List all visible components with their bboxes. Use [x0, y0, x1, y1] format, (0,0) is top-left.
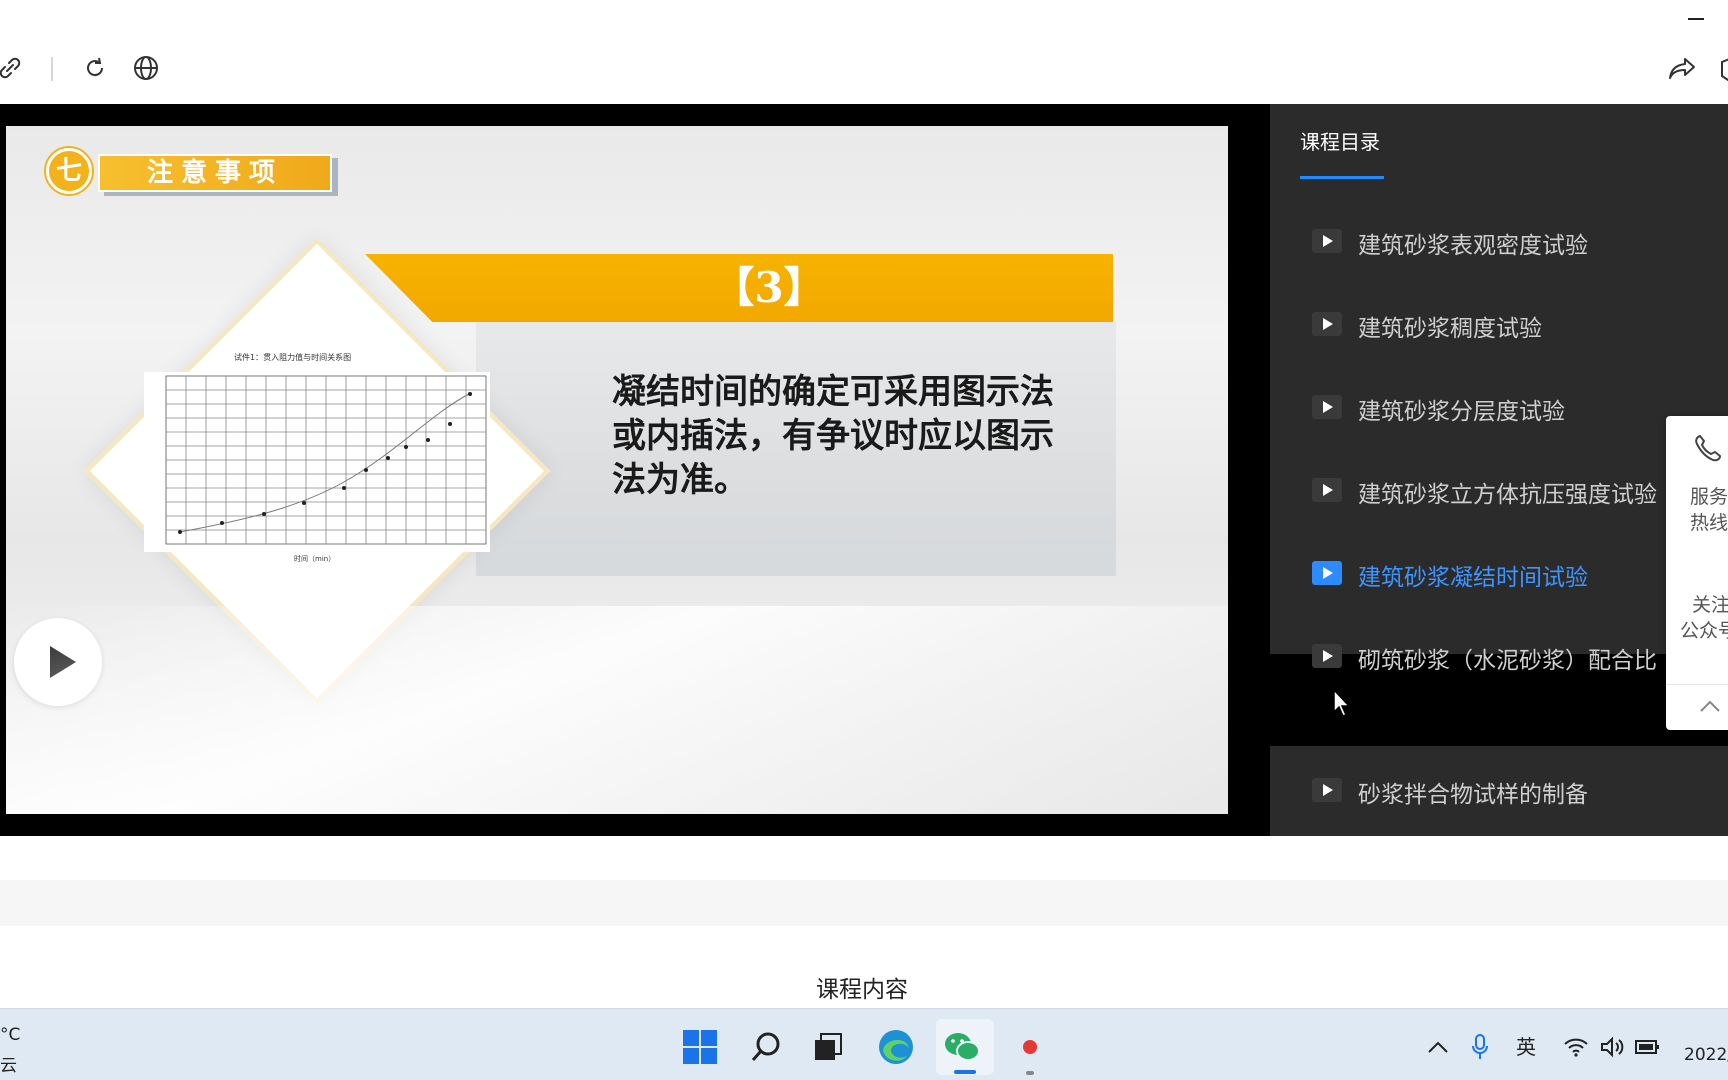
catalog-item[interactable]: 建筑砂浆表观密度试验 — [1270, 200, 1728, 284]
search-icon[interactable] — [746, 1027, 786, 1067]
chevron-up-icon[interactable] — [1698, 698, 1722, 714]
catalog-item[interactable]: 建筑砂浆分层度试验 — [1270, 366, 1728, 450]
catalog-item-label: 建筑砂浆分层度试验 — [1358, 399, 1565, 425]
catalog-item-label: 建筑砂浆凝结时间试验 — [1358, 565, 1588, 591]
tab-active-indicator — [1300, 176, 1384, 179]
play-icon — [1312, 561, 1342, 585]
phone-icon[interactable] — [1692, 432, 1724, 464]
globe-icon[interactable] — [130, 52, 162, 84]
play-icon — [1312, 778, 1342, 802]
microphone-icon[interactable] — [1460, 1027, 1500, 1067]
windows-taskbar: °C 云 英 2022/ — [0, 1008, 1728, 1080]
catalog-item-label: 建筑砂浆稠度试验 — [1358, 316, 1542, 342]
slide-section-badge: 七 注意事项 — [46, 148, 346, 200]
catalog-item-active[interactable]: 建筑砂浆凝结时间试验 — [1270, 532, 1728, 616]
catalog-item-label: 建筑砂浆立方体抗压强度试验 — [1358, 482, 1657, 508]
slide-body-text: 凝结时间的确定可采用图示法或内插法，有争议时应以图示法为准。 — [612, 372, 1054, 500]
catalog-item-label: 砌筑砂浆（水泥砂浆）配合比 — [1358, 648, 1657, 674]
refresh-icon[interactable] — [79, 52, 111, 84]
play-button[interactable] — [14, 618, 102, 706]
catalog-item[interactable]: 砂浆拌合物试样的制备 — [1270, 746, 1728, 836]
play-icon — [1312, 478, 1342, 502]
catalog-item[interactable]: 建筑砂浆立方体抗压强度试验 — [1270, 449, 1728, 533]
catalog-item-label: 砂浆拌合物试样的制备 — [1358, 782, 1588, 808]
panel-divider — [1666, 684, 1728, 685]
slide-chart-title: 试件1：贯入阻力值与时间关系图 — [234, 353, 352, 362]
slide-chart-graph — [165, 375, 487, 545]
video-player[interactable]: 试件1：贯入阻力值与时间关系图 时间（min） 【3】 凝结时间的确定可采用图示… — [0, 104, 1270, 836]
play-icon — [1312, 312, 1342, 336]
battery-icon[interactable] — [1628, 1027, 1668, 1067]
follow-label-1[interactable]: 关注 — [1692, 592, 1728, 618]
hotline-label-1[interactable]: 服务 — [1690, 484, 1728, 510]
slide-ribbon-text: 【3】 — [712, 263, 826, 312]
share-icon[interactable] — [1666, 52, 1698, 84]
volume-icon[interactable] — [1592, 1027, 1632, 1067]
catalog-item-label: 建筑砂浆表观密度试验 — [1358, 233, 1588, 259]
tab-course-content[interactable]: 课程内容 — [816, 970, 908, 1004]
badge-title: 注意事项 — [98, 154, 332, 192]
hotline-label-2[interactable]: 热线 — [1690, 510, 1728, 536]
ime-indicator[interactable]: 英 — [1516, 1031, 1536, 1060]
follow-label-2[interactable]: 公众号 — [1680, 618, 1728, 644]
wifi-icon[interactable] — [1556, 1027, 1596, 1067]
wechat-icon[interactable] — [942, 1027, 982, 1067]
catalog-item[interactable]: 建筑砂浆稠度试验 — [1270, 283, 1728, 367]
clock-date[interactable]: 2022/ — [1684, 1045, 1728, 1065]
link-icon[interactable] — [0, 52, 26, 84]
weather-temp[interactable]: °C — [0, 1025, 20, 1045]
slide-chart-xlabel: 时间（min） — [294, 555, 336, 563]
floating-service-panel: 服务 热线 关注 公众号 — [1666, 416, 1728, 730]
badge-number: 七 — [46, 148, 92, 194]
active-app-indicator — [954, 1070, 976, 1074]
course-catalog-panel: 课程目录 建筑砂浆表观密度试验 建筑砂浆稠度试验 建筑砂浆分层度试验 建筑砂浆立… — [1270, 104, 1728, 836]
chevron-up-icon[interactable] — [1418, 1027, 1458, 1067]
play-icon — [1312, 395, 1342, 419]
video-slide: 试件1：贯入阻力值与时间关系图 时间（min） 【3】 凝结时间的确定可采用图示… — [6, 126, 1228, 814]
page-gray-strip — [0, 880, 1728, 926]
box-icon[interactable] — [1712, 52, 1728, 84]
slide-chart-image: 试件1：贯入阻力值与时间关系图 时间（min） — [144, 353, 490, 563]
windows-start-icon[interactable] — [680, 1027, 720, 1067]
weather-desc[interactable]: 云 — [0, 1051, 17, 1076]
play-icon — [1312, 229, 1342, 253]
tab-course-catalog[interactable]: 课程目录 — [1300, 126, 1380, 155]
mouse-cursor-icon — [1333, 688, 1351, 717]
toolbar-divider — [51, 57, 53, 81]
running-app-indicator — [1026, 1071, 1034, 1075]
recorder-icon[interactable] — [1010, 1027, 1050, 1067]
top-toolbar — [0, 0, 1728, 104]
slide-ribbon: 【3】 — [365, 254, 1113, 322]
edge-browser-icon[interactable] — [876, 1027, 916, 1067]
minimize-button[interactable] — [1688, 18, 1704, 20]
play-icon — [1312, 644, 1342, 668]
catalog-item[interactable]: 砌筑砂浆（水泥砂浆）配合比 — [1270, 615, 1728, 699]
task-view-icon[interactable] — [808, 1027, 848, 1067]
